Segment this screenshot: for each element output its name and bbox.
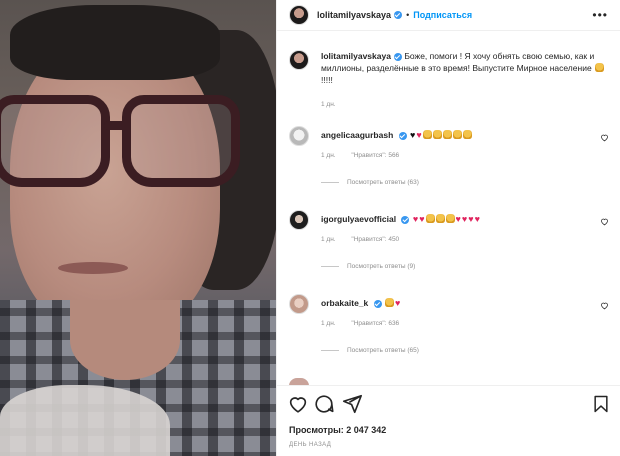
red-heart-emoji: ♥ bbox=[455, 214, 461, 224]
comment-emoji-text: ♥♥ bbox=[409, 130, 472, 140]
post-header: lolitamilyavskaya • Подписаться bbox=[277, 0, 620, 30]
caption-suffix: !!!!! bbox=[321, 75, 333, 85]
post-side-panel: lolitamilyavskaya • Подписаться ••• loli… bbox=[276, 0, 620, 456]
divider bbox=[277, 385, 620, 386]
red-heart-emoji: ♥ bbox=[395, 298, 401, 308]
comment-meta: 1 дн. "Нравится": 636 bbox=[321, 320, 609, 327]
comment-likes-count[interactable]: "Нравится": 636 bbox=[351, 320, 399, 327]
verified-badge-icon bbox=[394, 11, 403, 19]
praying-hands-emoji bbox=[432, 130, 442, 139]
divider bbox=[277, 30, 620, 31]
comment-like-heart-icon[interactable] bbox=[600, 217, 609, 226]
post-date[interactable]: ДЕНЬ НАЗАД bbox=[289, 442, 331, 448]
comment-icon[interactable] bbox=[313, 393, 335, 415]
video-frame-part bbox=[70, 300, 180, 380]
red-heart-emoji: ♥ bbox=[468, 214, 474, 224]
red-heart-emoji: ♥ bbox=[416, 130, 422, 140]
comment-like-heart-icon[interactable] bbox=[600, 301, 609, 310]
post-caption: lolitamilyavskaya Боже, помоги ! Я хочу … bbox=[289, 50, 609, 86]
comment-timestamp[interactable]: 1 дн. bbox=[321, 152, 336, 159]
share-icon[interactable] bbox=[341, 393, 363, 415]
view-replies-label[interactable]: Посмотреть ответы (65) bbox=[347, 347, 419, 354]
author-username[interactable]: lolitamilyavskaya bbox=[317, 10, 391, 20]
comment-timestamp[interactable]: 1 дн. bbox=[321, 320, 336, 327]
commenter-username[interactable]: igorgulyaevofficial bbox=[321, 214, 396, 224]
commenter-username[interactable]: orbakaite_k bbox=[321, 298, 368, 308]
views-count[interactable]: Просмотры: 2 047 342 bbox=[289, 425, 386, 435]
caption-timestamp[interactable]: 1 дн. bbox=[321, 101, 336, 108]
praying-hands-emoji bbox=[435, 214, 445, 223]
praying-hands-emoji bbox=[422, 130, 432, 139]
comment-likes-count[interactable]: "Нравится": 566 bbox=[351, 152, 399, 159]
view-replies-label[interactable]: Посмотреть ответы (63) bbox=[347, 179, 419, 186]
video-frame-part bbox=[58, 262, 128, 274]
black-heart-emoji: ♥ bbox=[410, 130, 416, 140]
praying-hands-emoji bbox=[595, 63, 605, 72]
praying-hands-emoji bbox=[452, 130, 462, 139]
comment-likes-count[interactable]: "Нравится": 450 bbox=[351, 236, 399, 243]
comment-like-heart-icon[interactable] bbox=[600, 133, 609, 142]
caption-avatar[interactable] bbox=[289, 50, 309, 70]
praying-hands-emoji bbox=[385, 298, 394, 307]
commenter-avatar[interactable] bbox=[289, 294, 309, 314]
comment-item: orbakaite_k ♥ 1 дн. "Нравится": 636 Посм… bbox=[289, 294, 609, 354]
verified-badge-icon bbox=[393, 52, 402, 61]
view-replies-button[interactable]: Посмотреть ответы (9) bbox=[321, 263, 609, 270]
video-frame-part bbox=[10, 5, 220, 80]
praying-hands-emoji bbox=[445, 214, 455, 223]
red-heart-emoji: ♥ bbox=[412, 214, 419, 224]
comment-timestamp[interactable]: 1 дн. bbox=[321, 236, 336, 243]
verified-badge-icon bbox=[401, 215, 410, 224]
commenter-avatar[interactable] bbox=[289, 126, 309, 146]
replies-line bbox=[321, 266, 339, 267]
comment-item: angelicaagurbash ♥♥ 1 дн. "Нравится": 56… bbox=[289, 126, 609, 186]
red-heart-emoji: ♥ bbox=[461, 214, 468, 224]
red-heart-emoji: ♥ bbox=[419, 214, 425, 224]
replies-line bbox=[321, 182, 339, 183]
red-heart-emoji: ♥ bbox=[474, 214, 480, 224]
caption-username[interactable]: lolitamilyavskaya bbox=[321, 51, 391, 61]
view-replies-label[interactable]: Посмотреть ответы (9) bbox=[347, 263, 415, 270]
commenter-avatar[interactable] bbox=[289, 210, 309, 230]
commenter-username[interactable]: angelicaagurbash bbox=[321, 130, 393, 140]
bookmark-icon[interactable] bbox=[591, 393, 611, 415]
verified-badge-icon bbox=[373, 299, 382, 308]
video-frame-part bbox=[0, 95, 250, 190]
view-replies-button[interactable]: Посмотреть ответы (65) bbox=[321, 347, 609, 354]
praying-hands-emoji bbox=[462, 130, 472, 139]
post-video[interactable] bbox=[0, 0, 276, 456]
replies-line bbox=[321, 350, 339, 351]
video-frame-part bbox=[0, 385, 170, 456]
praying-hands-emoji bbox=[442, 130, 452, 139]
comment-emoji-text: ♥♥ ♥♥♥♥ bbox=[412, 214, 480, 224]
author-avatar[interactable] bbox=[289, 5, 309, 25]
separator-dot: • bbox=[406, 10, 410, 20]
praying-hands-emoji bbox=[425, 214, 435, 223]
action-bar bbox=[287, 393, 611, 415]
heart-icon[interactable] bbox=[287, 393, 309, 415]
comment-meta: 1 дн. "Нравится": 566 bbox=[321, 152, 609, 159]
comment-emoji-text: ♥ bbox=[384, 298, 400, 308]
post-viewer: lolitamilyavskaya • Подписаться ••• loli… bbox=[0, 0, 620, 456]
comment-meta: 1 дн. "Нравится": 450 bbox=[321, 236, 609, 243]
follow-button[interactable]: Подписаться bbox=[413, 10, 472, 20]
more-icon[interactable]: ••• bbox=[592, 8, 608, 22]
view-replies-button[interactable]: Посмотреть ответы (63) bbox=[321, 179, 609, 186]
verified-badge-icon bbox=[398, 131, 407, 140]
comment-item: igorgulyaevofficial ♥♥ ♥♥♥♥ 1 дн. "Нравит… bbox=[289, 210, 609, 270]
